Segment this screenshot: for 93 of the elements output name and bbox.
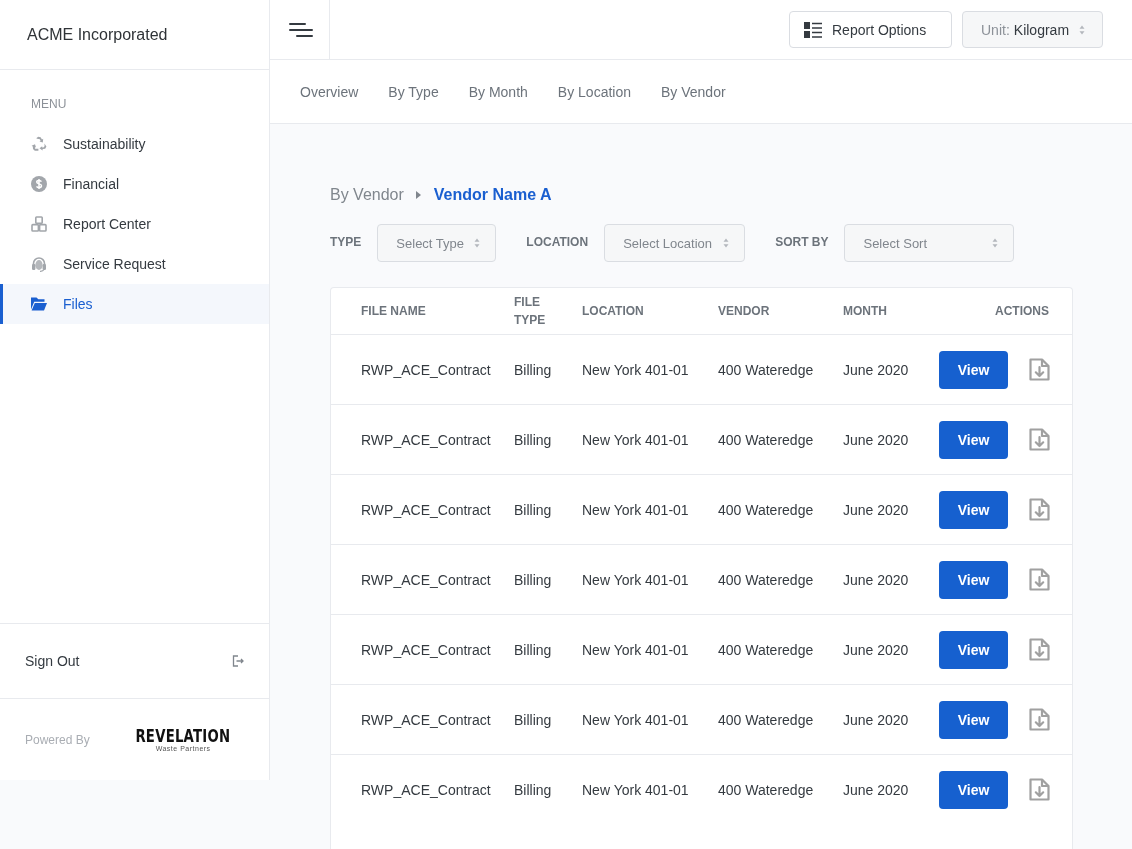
table-cell-text: June 2020 xyxy=(843,781,910,798)
file-download-icon[interactable] xyxy=(1029,638,1050,661)
caret-icon xyxy=(415,191,421,199)
sort-arrows-icon xyxy=(474,238,481,248)
powered-by-label: Powered By xyxy=(25,732,90,747)
view-button[interactable]: View xyxy=(939,700,1008,739)
column-header: VENDOR xyxy=(718,303,771,320)
table-cell-text: 400 Wateredge xyxy=(718,431,815,448)
table-cell-text: June 2020 xyxy=(843,361,910,378)
file-download-icon[interactable] xyxy=(1029,428,1050,451)
tab[interactable]: By Type xyxy=(373,60,454,123)
sign-out-icon[interactable] xyxy=(232,655,244,667)
table-cell-text: New York 401-01 xyxy=(582,431,690,448)
table-cell-text: New York 401-01 xyxy=(582,361,690,378)
table-cell-text: New York 401-01 xyxy=(582,711,690,728)
table-cell-text: Billing xyxy=(514,711,553,728)
folder-icon xyxy=(31,296,47,312)
file-download-icon[interactable] xyxy=(1029,358,1050,381)
view-button[interactable]: View xyxy=(939,350,1008,389)
table-cell-text: Billing xyxy=(514,781,553,798)
view-button[interactable]: View xyxy=(939,490,1008,529)
logo-wordmark: REVELATION xyxy=(135,726,231,745)
table-cell-text: 400 Wateredge xyxy=(718,781,815,798)
filter-dropdown[interactable]: Select Sort xyxy=(844,224,1015,262)
table-cell-text: Billing xyxy=(514,501,553,518)
report-options-button[interactable]: Report Options xyxy=(789,11,952,48)
table-cell-text: June 2020 xyxy=(843,571,910,588)
dollar-icon xyxy=(31,176,47,192)
menu-icon[interactable] xyxy=(288,21,313,38)
column-header: LOCATION xyxy=(582,303,645,320)
file-download-icon[interactable] xyxy=(1029,778,1050,801)
view-button[interactable]: View xyxy=(939,630,1008,669)
filter-dropdown[interactable]: Select Type xyxy=(377,224,497,262)
column-header: FILE TYPE xyxy=(514,294,547,329)
tab[interactable]: By Location xyxy=(542,60,646,123)
sort-arrows-icon xyxy=(992,238,999,248)
recycle-icon xyxy=(31,136,47,152)
table-cell-text: Billing xyxy=(514,361,553,378)
table-cell-text: RWP_ACE_Contract xyxy=(361,501,492,518)
view-button[interactable]: View xyxy=(939,420,1008,459)
list-layout-icon xyxy=(804,21,822,38)
sidebar-item[interactable]: Report Center xyxy=(0,204,269,244)
table-cell-text: RWP_ACE_Contract xyxy=(361,361,492,378)
filter-label: SORT BY xyxy=(775,235,829,249)
table-cell-text: RWP_ACE_Contract xyxy=(361,641,492,658)
table-cell-text: 400 Wateredge xyxy=(718,711,815,728)
breadcrumb-link[interactable]: By Vendor xyxy=(330,186,404,204)
table-cell-text: RWP_ACE_Contract xyxy=(361,571,492,588)
filter-label: LOCATION xyxy=(526,235,589,249)
tab[interactable]: By Vendor xyxy=(646,60,741,123)
table-cell-text: RWP_ACE_Contract xyxy=(361,711,492,728)
filter-dropdown[interactable]: Select Location xyxy=(604,224,746,262)
table-cell-text: 400 Wateredge xyxy=(718,571,815,588)
table-cell-text: Billing xyxy=(514,431,553,448)
table-cell-text: 400 Wateredge xyxy=(718,501,815,518)
table-cell-text: RWP_ACE_Contract xyxy=(361,431,492,448)
table-cell-text: Billing xyxy=(514,571,553,588)
sidebar-item[interactable]: Sustainability xyxy=(0,124,269,164)
table-cell-text: New York 401-01 xyxy=(582,781,690,798)
column-header: FILE NAME xyxy=(361,303,427,320)
view-button[interactable]: View xyxy=(939,560,1008,599)
table-cell-text: New York 401-01 xyxy=(582,501,690,518)
sidebar-item[interactable]: Service Request xyxy=(0,244,269,284)
table-cell-text: 400 Wateredge xyxy=(718,641,815,658)
table-cell-text: June 2020 xyxy=(843,641,910,658)
sign-out-link[interactable]: Sign Out xyxy=(25,653,80,669)
table-cell-text: New York 401-01 xyxy=(582,571,690,588)
table-cell-text: June 2020 xyxy=(843,501,910,518)
sidebar-item[interactable]: Files xyxy=(0,284,269,324)
company-name: ACME Incorporated xyxy=(27,25,168,44)
table-cell-text: Billing xyxy=(514,641,553,658)
headset-icon xyxy=(31,256,47,272)
table-cell-text: New York 401-01 xyxy=(582,641,690,658)
unit-dropdown[interactable]: Unit: Kilogram xyxy=(962,11,1103,48)
tab[interactable]: Overview xyxy=(285,60,374,123)
column-header: ACTIONS xyxy=(995,303,1049,320)
tab[interactable]: By Month xyxy=(453,60,543,123)
menu-heading: MENU xyxy=(31,97,68,111)
sort-arrows-icon xyxy=(1079,24,1085,35)
table-cell-text: RWP_ACE_Contract xyxy=(361,781,492,798)
file-download-icon[interactable] xyxy=(1029,498,1050,521)
table-cell-text: June 2020 xyxy=(843,431,910,448)
view-button[interactable]: View xyxy=(939,770,1008,809)
table-cell-text: 400 Wateredge xyxy=(718,361,815,378)
cubes-icon xyxy=(31,216,47,232)
filter-label: TYPE xyxy=(330,235,362,249)
column-header: MONTH xyxy=(843,303,888,320)
sidebar-item[interactable]: Financial xyxy=(0,164,269,204)
file-download-icon[interactable] xyxy=(1029,568,1050,591)
file-download-icon[interactable] xyxy=(1029,708,1050,731)
table-cell-text: June 2020 xyxy=(843,711,910,728)
breadcrumb-current: Vendor Name A xyxy=(433,186,552,204)
sort-arrows-icon xyxy=(723,238,730,248)
